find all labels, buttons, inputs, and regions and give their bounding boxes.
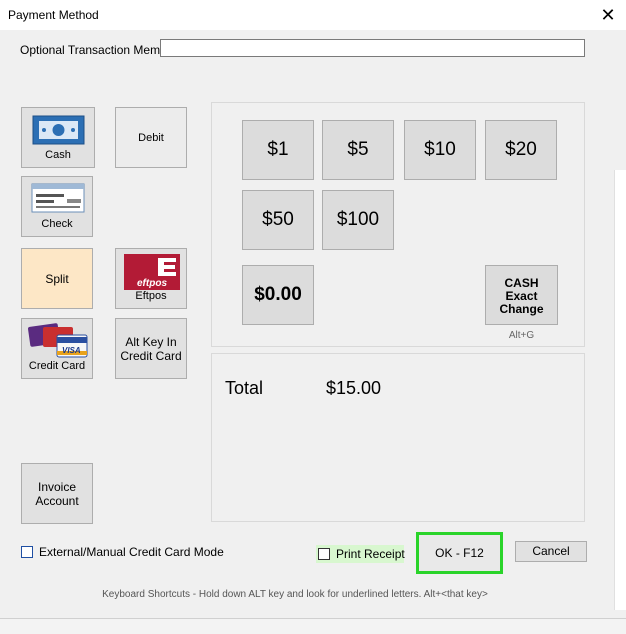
eftpos-logo-text: eftpos [137, 278, 167, 289]
cash-label: Cash [45, 149, 71, 161]
total-label: Total [225, 378, 264, 398]
total-value: $15.00 [326, 378, 382, 398]
background-window-edge [614, 170, 626, 610]
eftpos-label: Eftpos [135, 290, 167, 302]
memo-input[interactable] [160, 39, 585, 57]
keyboard-shortcuts-hint: Keyboard Shortcuts - Hold down ALT key a… [102, 589, 488, 600]
background-window-strip [0, 618, 626, 634]
cancel-button[interactable]: Cancel [515, 541, 587, 562]
cash-exact-shortcut: Alt+G [508, 330, 535, 341]
window-title: Payment Method [8, 8, 99, 22]
denomination-50-button[interactable]: $50 [242, 190, 314, 250]
cash-exact-change-button[interactable]: CASH Exact Change [485, 265, 558, 325]
totals-panel [211, 353, 585, 522]
denomination-5-button[interactable]: $5 [322, 120, 394, 180]
alt-key-in-line2: Credit Card [120, 348, 182, 363]
credit-card-label: Credit Card [28, 360, 86, 372]
cash-icon [32, 115, 85, 145]
split-button[interactable]: Split [21, 248, 93, 309]
ok-button[interactable]: OK - F12 [416, 532, 503, 574]
debit-button[interactable]: Debit [115, 107, 187, 168]
invoice-line1: Invoice [37, 479, 77, 494]
credit-card-icon [28, 323, 88, 358]
alt-key-in-credit-card-button[interactable]: Alt Key In Credit Card [115, 318, 187, 379]
cash-exact-line3: Change [499, 302, 544, 316]
alt-key-in-line1: Alt Key In [125, 334, 177, 349]
check-button[interactable]: Check [21, 176, 93, 237]
denomination-20-button[interactable]: $20 [485, 120, 557, 180]
cash-button[interactable]: Cash [21, 107, 95, 168]
title-bar: Payment Method ✕ [0, 0, 626, 30]
manual-cc-label: External/Manual Credit Card Mode [39, 545, 224, 559]
print-receipt-checkbox[interactable] [318, 548, 330, 560]
payment-method-window: Payment Method ✕ Optional Transaction Me… [0, 0, 626, 634]
close-icon[interactable]: ✕ [596, 3, 620, 27]
invoice-account-button[interactable]: Invoice Account [21, 463, 93, 524]
print-receipt-label: Print Receipt [336, 547, 405, 561]
denomination-10-button[interactable]: $10 [404, 120, 476, 180]
split-label: Split [45, 271, 69, 286]
visa-text: VISA [62, 346, 81, 355]
memo-label: Optional Transaction Memo [20, 43, 167, 57]
check-icon [31, 183, 85, 213]
amount-entry-button[interactable]: $0.00 [242, 265, 314, 325]
debit-label: Debit [138, 131, 164, 144]
denomination-1-button[interactable]: $1 [242, 120, 314, 180]
denomination-100-button[interactable]: $100 [322, 190, 394, 250]
credit-card-button[interactable]: VISA Credit Card [21, 318, 93, 379]
eftpos-button[interactable]: eftpos Eftpos [115, 248, 187, 309]
check-label: Check [41, 218, 73, 230]
invoice-line2: Account [35, 493, 79, 508]
manual-cc-checkbox[interactable] [21, 546, 33, 558]
